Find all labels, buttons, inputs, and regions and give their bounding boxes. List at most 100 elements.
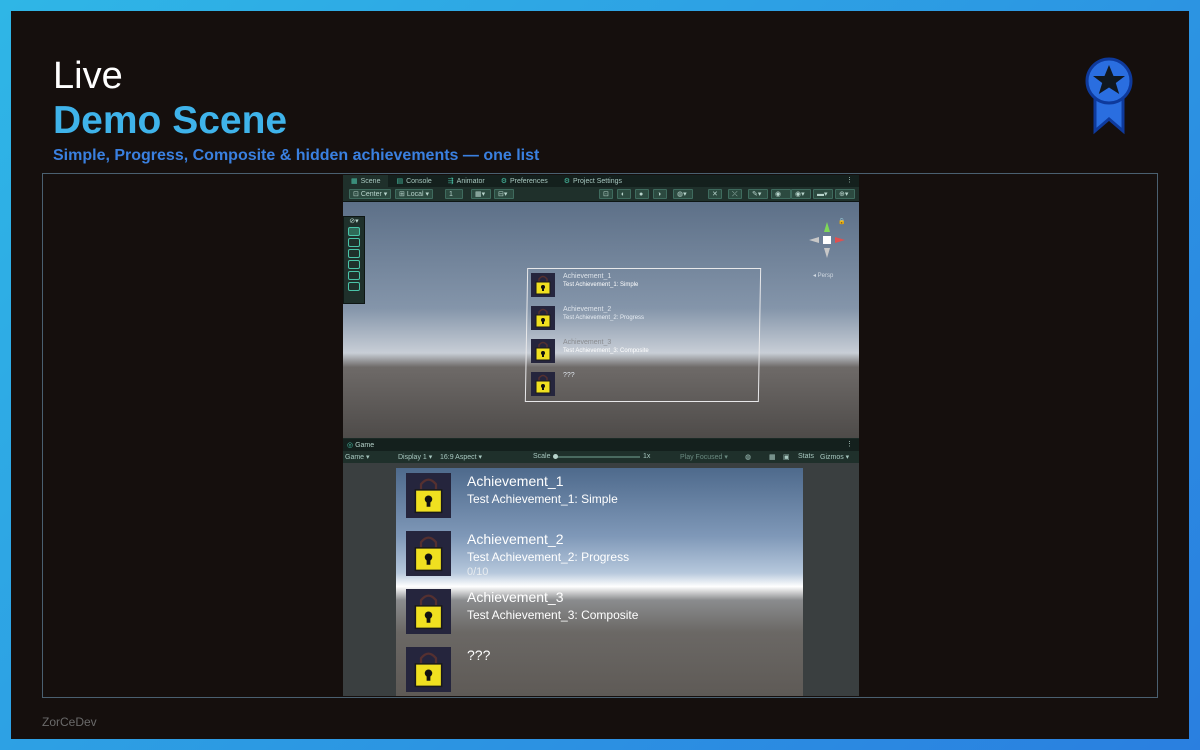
tab-label: Project Settings [573,178,623,185]
tab-label: Game [355,442,375,449]
unity-editor: ▦ Scene ▤ Console ⇶ Animator ⚙ Preferences ⚙… [343,175,859,696]
achievement-title: Achievement_1 [467,473,564,489]
achievement-description: Test Achievement_1: Simple [563,282,639,288]
lock-icon [406,647,451,692]
transform-tool-icon[interactable] [348,282,360,291]
aspect-dropdown[interactable]: 16:9 Aspect ▾ [440,453,482,461]
tab-project-settings[interactable]: ⚙ Project Settings [556,175,630,187]
tab-preferences[interactable]: ⚙ Preferences [493,175,556,187]
screenshot-frame: ▦ Scene ▤ Console ⇶ Animator ⚙ Preferences ⚙… [42,173,1158,698]
lock-icon [406,589,451,634]
lock-icon [531,372,555,396]
draw-mode-button[interactable]: ⊡ [599,189,613,199]
pivot-icon: ⊡ [353,191,361,198]
tab-animator[interactable]: ⇶ Animator [440,175,493,187]
fx-toggle[interactable]: ⤫ [728,189,742,199]
rotate-tool-icon[interactable] [348,249,360,258]
achievement-title: ??? [563,372,575,379]
game-toolbar: Game ▾ Display 1 ▾ 16:9 Aspect ▾ Scale 1… [343,451,859,463]
gallery-icon[interactable]: ▣ [783,453,790,461]
more-options-icon[interactable]: ⋮ [846,440,853,448]
tab-label: Console [406,178,432,185]
game-view: Achievement_1 Test Achievement_1: Simple … [343,463,859,696]
hidden-dropdown[interactable]: ◉▾ [791,189,811,199]
scene-toolbar: ⊡ Center ▾ ⊞ Local ▾ 1 ▦▾ ⊟▾ ⊡ ◐ ● ◑ ◍▾ … [343,187,859,202]
achievement-progress: 0/10 [467,566,489,578]
editor-tab-bar: ▦ Scene ▤ Console ⇶ Animator ⚙ Preferences ⚙… [343,175,859,187]
console-icon: ▤ [396,178,404,185]
audio-mute-icon[interactable]: ◍ [745,453,751,461]
scale-tool-icon[interactable] [348,260,360,269]
scene-view[interactable]: ⊘▾ 🔒 ◂ Persp Achievement_1 Test Achievem… [343,202,859,438]
tab-label: Scene [360,178,381,185]
keyboard-icon[interactable]: ▦ [769,453,776,461]
shading-button[interactable]: ◐ [617,189,631,199]
display-label: Display 1 [398,454,427,461]
pivot-label: Center [360,191,382,198]
tools-dropdown[interactable]: ✎▾ [748,189,768,199]
achievement-title: Achievement_3 [563,339,612,346]
2d-toggle[interactable]: ◑ [653,189,667,199]
hand-tool-icon[interactable] [348,227,360,236]
achievement-description: Test Achievement_3: Composite [467,608,639,622]
award-ribbon-star-icon [1085,57,1133,135]
play-focused-dropdown[interactable]: Play Focused ▾ [680,453,728,461]
tab-label: Preferences [509,178,548,185]
achievement-title: Achievement_3 [467,589,564,605]
snap-dropdown[interactable]: ⊟▾ [494,189,514,199]
rect-tool-icon[interactable] [348,271,360,280]
achievement-description: Test Achievement_2: Progress [467,550,630,564]
scene-achievement-row: ??? [531,372,575,396]
game-tab-bar: ◎ Game ⋮ [343,439,859,451]
effects-dropdown[interactable]: ◍▾ [673,189,693,199]
scene-orientation-gizmo[interactable]: 🔒 [805,214,849,270]
scene-tool-palette: ⊘▾ [343,216,365,304]
achievement-item: ??? [406,647,490,692]
achievement-title: Achievement_2 [467,531,564,547]
gizmos-dropdown[interactable]: Gizmos ▾ [820,453,849,461]
lighting-toggle[interactable]: ● [635,189,649,199]
achievement-item: Achievement_3 Test Achievement_3: Composi… [406,589,638,634]
tab-game[interactable]: ◎ Game [347,441,374,449]
visibility-dropdown[interactable]: ◉ [771,189,791,199]
achievement-item: Achievement_1 Test Achievement_1: Simple [406,473,618,518]
scale-slider[interactable] [553,454,640,459]
game-mode-dropdown[interactable]: Game ▾ [345,453,370,461]
persp-label[interactable]: ◂ Persp [813,272,833,279]
scene-achievement-row: Achievement_1 Test Achievement_1: Simple [531,273,638,297]
scale-slider-handle[interactable] [553,454,558,459]
stats-toggle[interactable]: Stats [798,453,814,460]
slide: Live Demo Scene Simple, Progress, Compos… [11,11,1189,739]
slide-title-main: Demo Scene [53,99,288,142]
gear-icon: ⚙ [563,178,570,185]
snap-input[interactable]: 1 [445,189,463,199]
gamepad-icon: ◎ [347,442,356,449]
pivot-dropdown[interactable]: ⊡ Center ▾ [349,189,392,199]
lock-icon [531,306,555,330]
scale-value: 1x [643,453,651,460]
gear-icon: ⚙ [500,178,507,185]
achievement-title: Achievement_1 [563,273,612,280]
camera-dropdown[interactable]: ▬▾ [813,189,833,199]
display-dropdown[interactable]: Display 1 ▾ [398,453,432,461]
move-tool-icon[interactable] [348,238,360,247]
scene-achievement-row: Achievement_2 Test Achievement_2: Progres… [531,306,644,330]
grid-dropdown[interactable]: ▦▾ [471,189,491,199]
achievement-title: Achievement_2 [563,306,612,313]
mode-label: Game [345,454,365,461]
tab-scene[interactable]: ▦ Scene [343,175,389,187]
achievement-description: Test Achievement_3: Composite [563,348,649,354]
space-dropdown[interactable]: ⊞ Local ▾ [395,189,434,199]
achievement-title: ??? [467,647,491,663]
gizmos-dropdown[interactable]: ⊕▾ [835,189,855,199]
space-label: Local [406,191,424,198]
footer-author: ZorCeDev [42,715,97,729]
view-options-icon[interactable]: ⊘▾ [344,217,364,225]
slide-title-top: Live [53,55,123,97]
tab-console[interactable]: ▤ Console [388,175,439,187]
more-options-icon[interactable]: ⋮ [846,176,853,184]
achievement-description: Test Achievement_1: Simple [467,492,618,506]
audio-toggle[interactable]: ✕ [708,189,722,199]
space-icon: ⊞ [399,191,407,198]
game-screen: Achievement_1 Test Achievement_1: Simple … [396,468,803,696]
